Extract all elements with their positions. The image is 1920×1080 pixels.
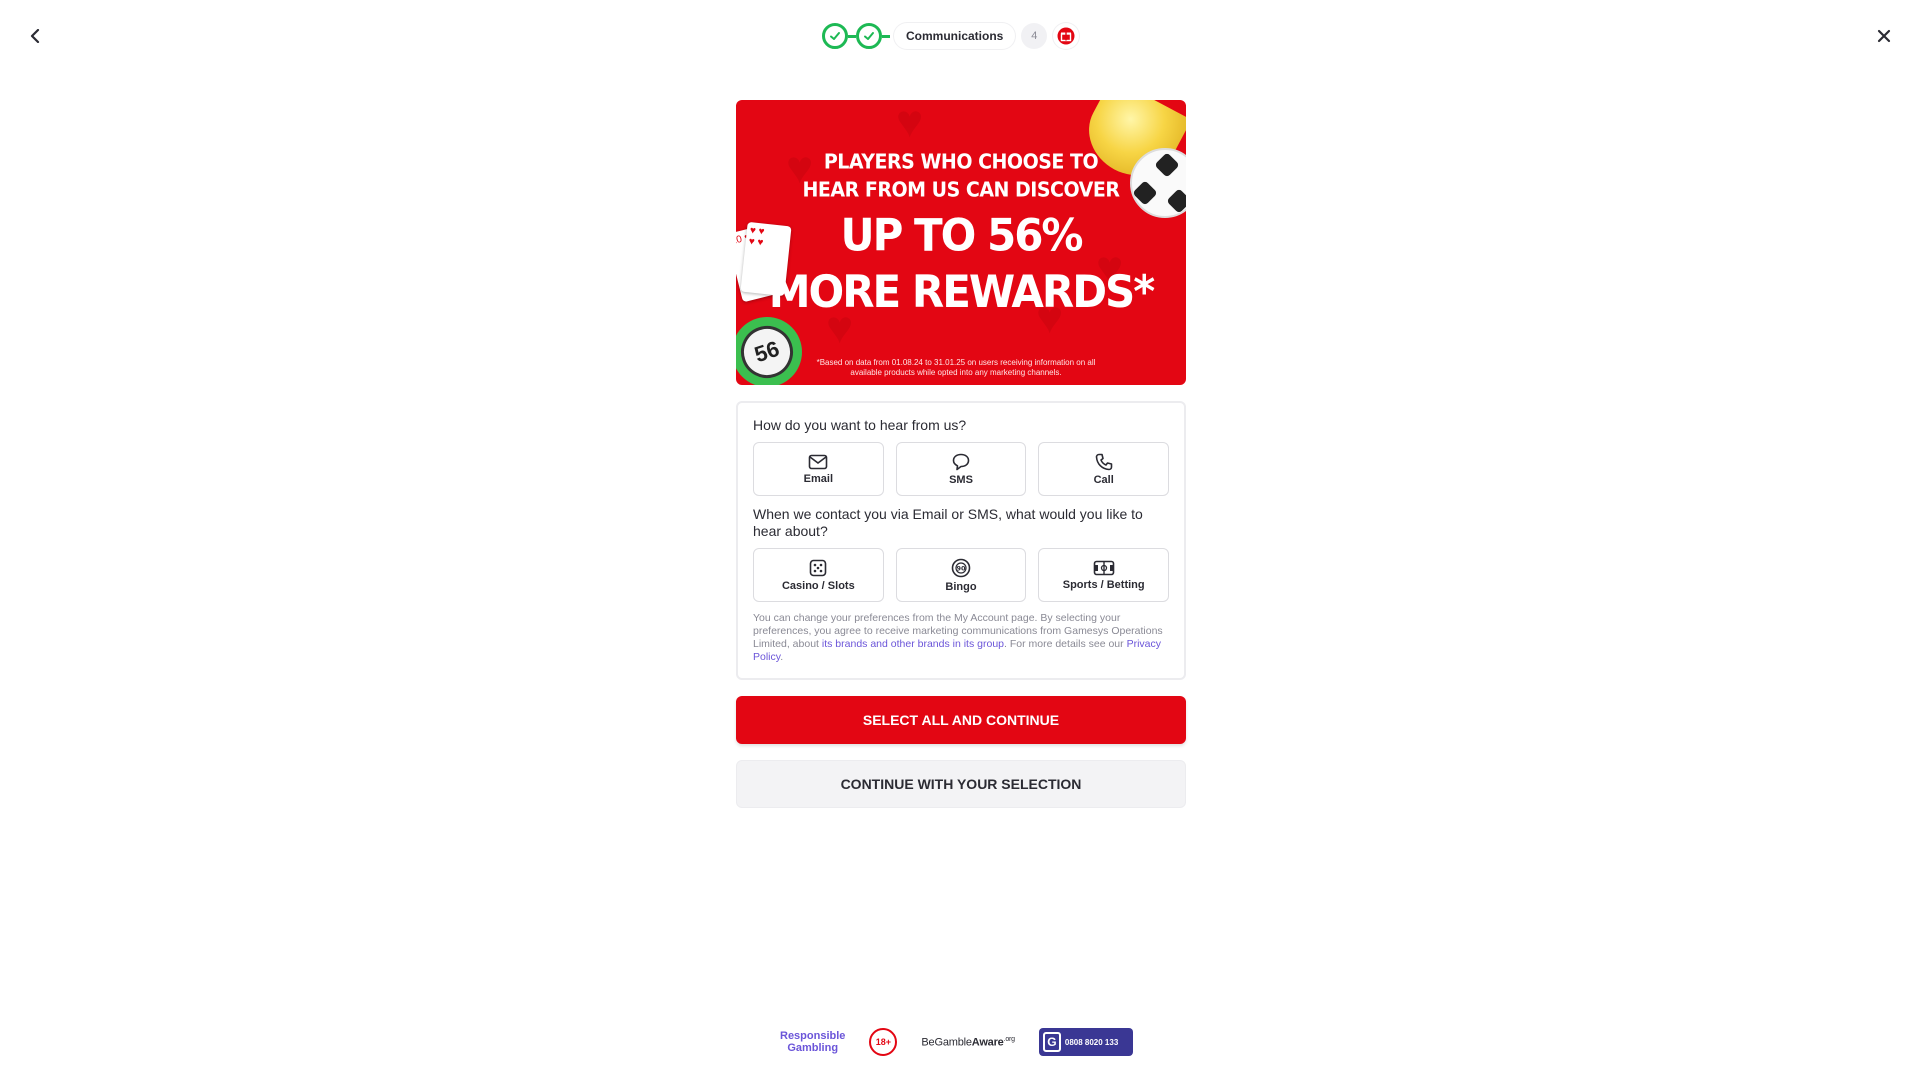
footer-badges: Responsible Gambling 18+ BeGambleAware.o… (780, 1026, 1133, 1058)
topic-option-casino-slots[interactable]: Casino / Slots (753, 548, 884, 602)
channel-label: Call (1093, 473, 1114, 486)
topics-question: When we contact you via Email or SMS, wh… (753, 506, 1143, 539)
preferences-panel: How do you want to hear from us? Email S… (736, 401, 1186, 680)
check-icon (864, 32, 874, 40)
legal-text: You can change your preferences from the… (753, 612, 1169, 664)
topic-options: Casino / Slots 90 Bingo Sports / Betting (753, 548, 1170, 602)
top-bar: Communications 4 (0, 0, 1920, 72)
channel-option-email[interactable]: Email (753, 442, 884, 496)
phone-icon (1095, 453, 1112, 470)
age-restriction-badge: 18+ (869, 1028, 898, 1056)
topic-option-bingo[interactable]: 90 Bingo (895, 548, 1027, 602)
progress-stepper: Communications 4 (822, 22, 1080, 50)
step-1-complete (822, 23, 848, 49)
channel-option-sms[interactable]: SMS (895, 442, 1027, 496)
banner-headline: PLAYERS WHO CHOOSE TO HEAR FROM US CAN D… (736, 148, 1186, 204)
main-content: ♥ ♥ ♥ ♥ ♥ 10 ♥♥ ♥ ♥♥ ♥ 56 PLAYERS WHO CH… (736, 100, 1186, 808)
banner-offer-line: UP TO 56% (840, 209, 1083, 261)
gift-icon (1057, 27, 1075, 45)
gamstop-helpline-badge[interactable]: G 0808 8020 133 (1038, 1028, 1133, 1056)
close-icon (1877, 29, 1891, 43)
banner-headline-line: HEAR FROM US CAN DISCOVER (802, 178, 1120, 202)
begambleaware-text: BeGamble (921, 1036, 972, 1049)
check-icon (830, 32, 840, 40)
banner-offer: UP TO 56% MORE REWARDS* (736, 207, 1186, 320)
bingo-ball-number: 56 (736, 319, 800, 385)
channel-option-call[interactable]: Call (1038, 442, 1170, 496)
bingo-ball-illustration: 56 (736, 317, 802, 385)
heart-decoration: ♥ (896, 100, 924, 147)
back-button[interactable] (22, 22, 50, 50)
responsible-gambling-line: Gambling (787, 1042, 839, 1054)
responsible-gambling-line: Responsible (780, 1030, 846, 1042)
reward-step (1053, 23, 1080, 49)
channels-question: How do you want to hear from us? (753, 417, 967, 433)
topic-label: Casino / Slots (781, 579, 855, 592)
envelope-icon (809, 454, 828, 469)
close-button[interactable] (1870, 22, 1898, 50)
channel-options: Email SMS Call (753, 442, 1170, 496)
brands-link[interactable]: its brands and other brands in its group (822, 638, 1004, 650)
current-step-label: Communications (894, 23, 1016, 49)
step-connector (882, 34, 890, 38)
topic-label: Bingo (945, 580, 977, 593)
step-connector (848, 34, 856, 38)
chevron-left-icon (30, 29, 40, 43)
channel-label: SMS (949, 473, 973, 486)
continue-with-selection-button[interactable]: CONTINUE WITH YOUR SELECTION (736, 760, 1186, 808)
banner-headline-line: PLAYERS WHO CHOOSE TO (823, 150, 1099, 174)
chat-bubble-icon (952, 453, 970, 470)
svg-text:90: 90 (956, 564, 966, 572)
helpline-number: 0808 8020 133 (1064, 1037, 1119, 1047)
promo-banner: ♥ ♥ ♥ ♥ ♥ 10 ♥♥ ♥ ♥♥ ♥ 56 PLAYERS WHO CH… (736, 100, 1186, 385)
topic-option-sports-betting[interactable]: Sports / Betting (1038, 548, 1170, 602)
step-2-complete (856, 23, 882, 49)
begambleaware-link[interactable]: BeGambleAware.org (921, 1035, 1015, 1049)
step-number: 4 (1021, 23, 1048, 49)
dice-icon (810, 559, 827, 576)
responsible-gambling-link[interactable]: Responsible Gambling (780, 1030, 845, 1054)
banner-offer-line: MORE REWARDS* (768, 266, 1156, 318)
legal-text-part: . For more details see our (1004, 638, 1127, 650)
begambleaware-suffix: .org (1003, 1035, 1015, 1043)
channel-label: Email (803, 472, 834, 485)
sports-field-icon (1093, 560, 1114, 575)
begambleaware-text-bold: Aware (971, 1036, 1004, 1049)
legal-text-part: . (780, 651, 784, 663)
gamstop-logo-icon: G (1042, 1032, 1061, 1052)
topic-label: Sports / Betting (1062, 578, 1145, 591)
select-all-continue-button[interactable]: SELECT ALL AND CONTINUE (736, 696, 1186, 744)
banner-disclaimer: *Based on data from 01.08.24 to 31.01.25… (816, 358, 1096, 377)
bingo-ball-icon: 90 (951, 558, 971, 577)
